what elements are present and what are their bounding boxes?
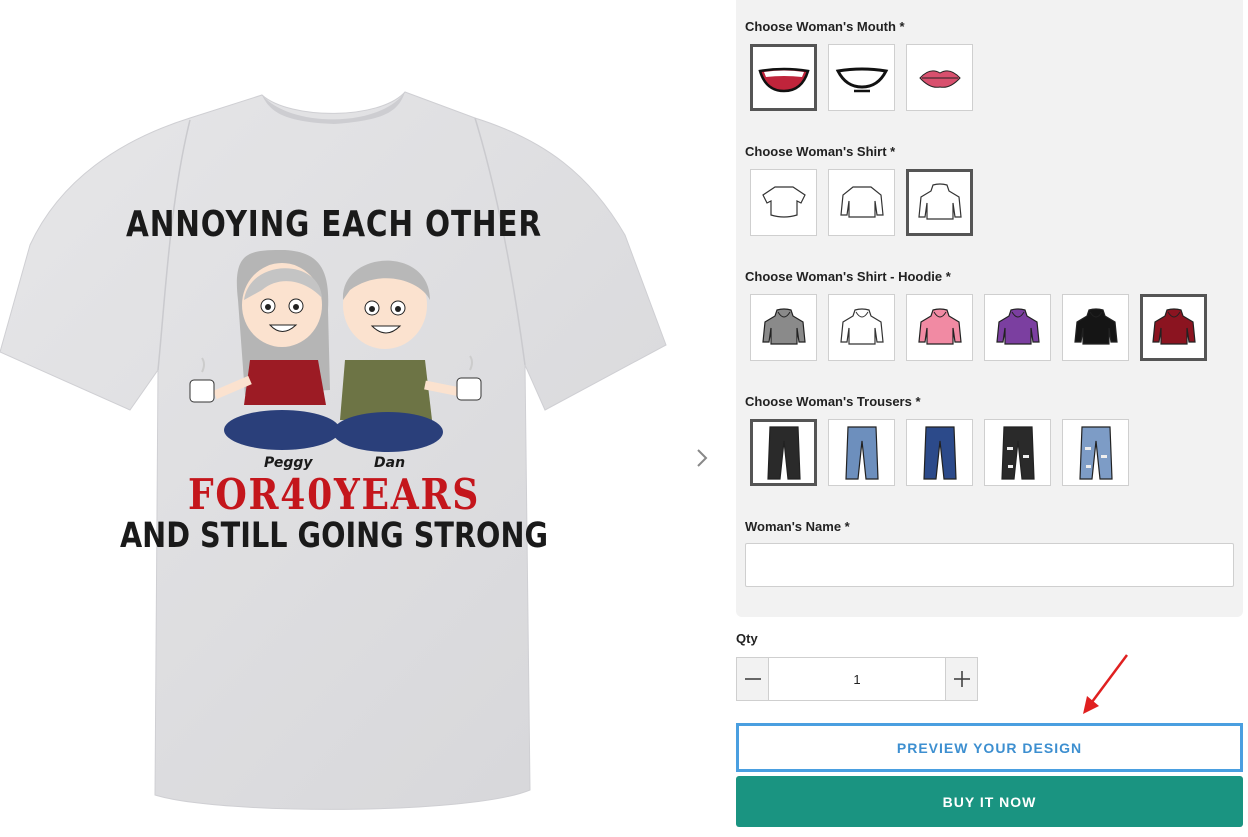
hoodie-option-pink[interactable] (906, 294, 973, 361)
hoodie-icon (917, 307, 962, 345)
trousers-option-light-blue[interactable] (828, 419, 895, 486)
hoodie-option-black[interactable] (1062, 294, 1129, 361)
mouth-option-lips[interactable] (906, 44, 973, 111)
lips-mouth-icon (918, 69, 961, 88)
trousers-option-black-ripped[interactable] (984, 419, 1051, 486)
tshirt-graphic (0, 91, 667, 810)
qty-input[interactable] (769, 658, 945, 700)
hoodie-option-maroon[interactable] (1140, 294, 1207, 361)
design-tagline: AND STILL GOING STRONG (119, 516, 549, 556)
mouth-options (750, 44, 973, 111)
plus-icon (953, 671, 970, 687)
design-years-line: FOR40YEARS (187, 470, 481, 519)
shirt-option-crop-top[interactable] (750, 169, 817, 236)
mouth-option-label: Choose Woman's Mouth * (745, 19, 905, 34)
trousers-option-label: Choose Woman's Trousers * (745, 394, 921, 409)
trousers-icon (1078, 425, 1113, 480)
mouth-option-big-smile[interactable] (750, 44, 817, 111)
personalization-options-panel: Choose Woman's Mouth * Choose Woman's Sh… (736, 0, 1243, 617)
grin-mouth-icon (835, 67, 888, 92)
shirt-option-label: Choose Woman's Shirt * (745, 144, 896, 159)
qty-decrease-button[interactable] (737, 658, 769, 700)
big-smile-mouth-icon (757, 67, 810, 92)
next-image-chevron-icon[interactable] (690, 444, 714, 472)
hoodie-icon (1151, 307, 1196, 345)
woman-name-input[interactable] (745, 543, 1234, 587)
hoodie-icon (839, 307, 884, 345)
qty-increase-button[interactable] (945, 658, 977, 700)
hoodie-option-white[interactable] (828, 294, 895, 361)
quantity-stepper (736, 657, 978, 701)
design-headline: ANNOYING EACH OTHER (126, 204, 542, 245)
buy-now-button[interactable]: BUY IT NOW (736, 776, 1243, 827)
hoodie-option-gray[interactable] (750, 294, 817, 361)
mouth-option-grin[interactable] (828, 44, 895, 111)
qty-label: Qty (736, 631, 758, 646)
crop-top-icon (761, 185, 806, 218)
trousers-option-navy[interactable] (906, 419, 973, 486)
trousers-icon (922, 425, 957, 480)
shirt-option-sweater[interactable] (828, 169, 895, 236)
hoodie-icon (1073, 307, 1118, 345)
trousers-icon (766, 425, 801, 480)
product-image: ANNOYING EACH OTHER Peggy Dan FOR40YEARS… (0, 0, 690, 837)
character-name-left: Peggy (264, 455, 313, 471)
character-name-right: Dan (374, 455, 406, 471)
hoodie-icon (995, 307, 1040, 345)
trousers-option-black[interactable] (750, 419, 817, 486)
hoodie-icon (761, 307, 806, 345)
hoodie-option-purple[interactable] (984, 294, 1051, 361)
annotation-arrow-icon (1083, 654, 1129, 714)
trousers-option-light-ripped[interactable] (1062, 419, 1129, 486)
hoodie-color-options (750, 294, 1207, 361)
sweater-icon (839, 185, 884, 218)
shirt-option-hoodie[interactable] (906, 169, 973, 236)
shirt-options (750, 169, 973, 236)
hoodie-option-label: Choose Woman's Shirt - Hoodie * (745, 269, 951, 284)
trousers-icon (1000, 425, 1035, 480)
trousers-options (750, 419, 1129, 486)
woman-name-label: Woman's Name * (745, 519, 850, 534)
trousers-icon (844, 425, 879, 480)
minus-icon (744, 678, 761, 680)
preview-design-button[interactable]: PREVIEW YOUR DESIGN (736, 723, 1243, 772)
hoodie-outline-icon (917, 182, 962, 220)
